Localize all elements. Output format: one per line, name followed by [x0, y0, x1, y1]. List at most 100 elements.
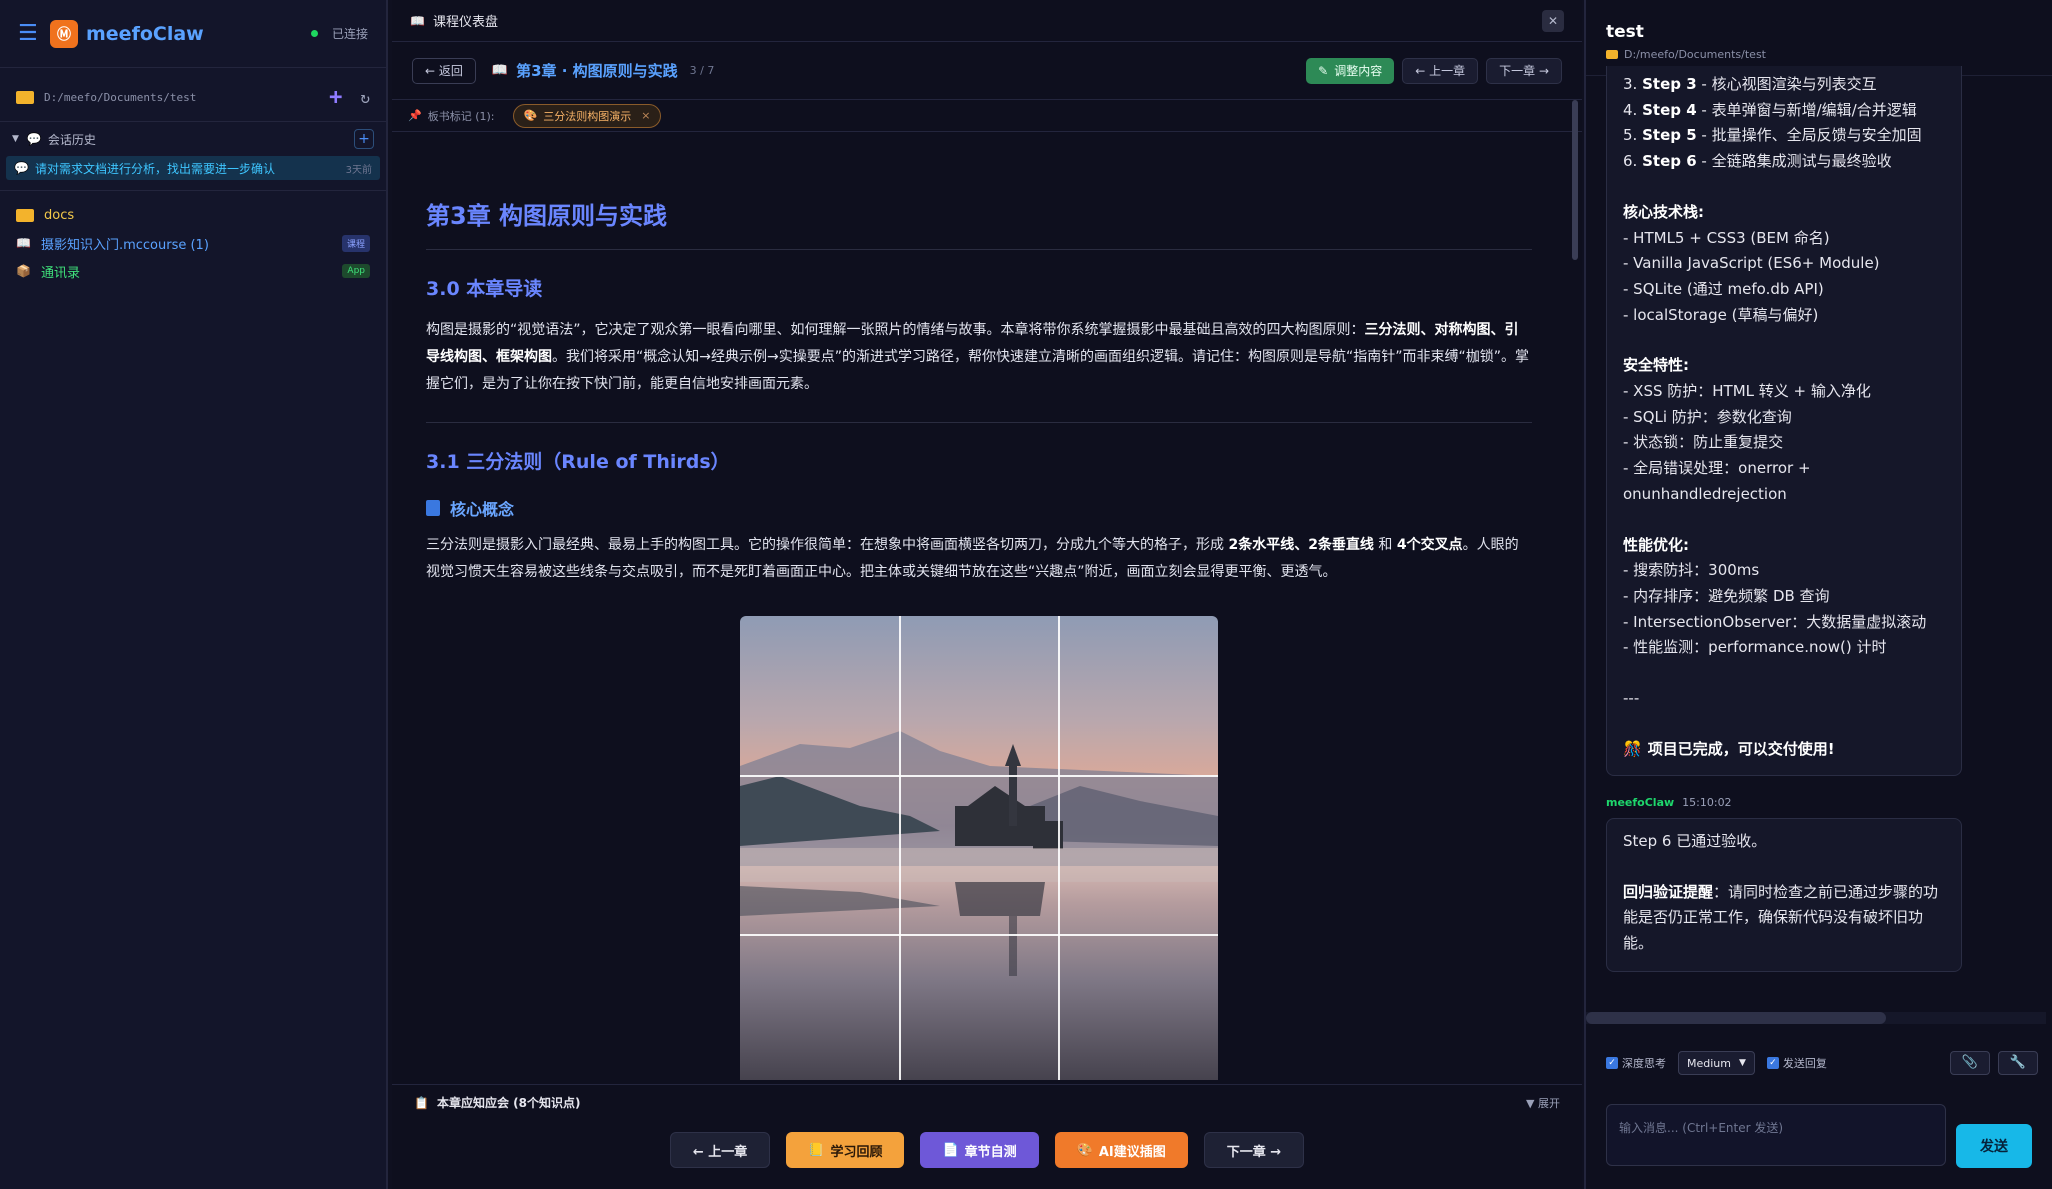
file-label: docs [44, 207, 75, 223]
file-label: 通讯录 [40, 265, 80, 281]
knowledge-points-label: 本章应知应会 (8个知识点) [436, 1096, 581, 1110]
file-item-contacts[interactable]: 📦 通讯录 App [0, 257, 386, 285]
tab-bar: 📖 课程仪表盘 ✕ [392, 0, 1582, 42]
chapter-heading: 第3章 构图原则与实践 [426, 196, 1532, 250]
send-reply-label: 发送回复 [1782, 1057, 1827, 1070]
chapter-quiz-button[interactable]: 📄 章节自测 [920, 1132, 1039, 1168]
tech-title: 核心技术栈: [1623, 202, 1704, 221]
folder-icon [1606, 50, 1618, 59]
deep-think-checkbox[interactable]: ✓ [1606, 1057, 1618, 1069]
book-icon [426, 500, 440, 516]
pin-icon: 📌 [408, 109, 422, 122]
study-review-button[interactable]: 📒 学习回顾 [786, 1132, 905, 1168]
file-item-course[interactable]: 📖 摄影知识入门.mccourse (1) 课程 [0, 229, 386, 257]
deep-think-label: 深度思考 [1622, 1057, 1666, 1070]
close-tab-button[interactable]: ✕ [1542, 9, 1564, 32]
file-label: 摄影知识入门.mccourse (1) [40, 237, 209, 253]
clipboard-icon: 📋 [414, 1095, 429, 1110]
celebrate-icon: 🎊 [1623, 739, 1642, 758]
history-item-time: 3天前 [345, 164, 372, 176]
book-icon: 📖 [16, 236, 31, 250]
history-header[interactable]: ▼ 💬 会话历史 + [0, 122, 386, 156]
security-title: 安全特性: [1623, 356, 1689, 375]
chapter-title: 第3章 · 构图原则与实践 [516, 62, 678, 80]
back-button[interactable]: ← 返回 [412, 57, 476, 84]
chat-bubble-icon: 💬 [14, 161, 29, 175]
expand-toggle[interactable]: ▼ 展开 [1526, 1095, 1560, 1111]
next-chapter-button[interactable]: 下一章 → [1486, 57, 1562, 84]
file-tag: App [342, 264, 370, 278]
palette-icon: 🎨 [523, 109, 538, 122]
collapse-icon[interactable]: ▼ [12, 134, 19, 144]
content-scrollbar[interactable] [1572, 100, 1578, 260]
step-line: 5. Step 5 - 批量操作、全局反馈与安全加固 [1623, 126, 1922, 145]
connection-status: 已连接 [310, 25, 368, 42]
package-icon: 📦 [16, 264, 31, 278]
step-line: 3. Step 3 - 核心视图渲染与列表交互 [1623, 75, 1877, 93]
chat-panel: test D:/meefo/Documents/test 3. Step 3 -… [1584, 0, 2052, 1189]
send-reply-checkbox[interactable]: ✓ [1766, 1057, 1779, 1069]
level-select[interactable]: Medium ▼ [1678, 1051, 1755, 1075]
attach-icon[interactable]: 📎 [1950, 1051, 1990, 1075]
bottom-prev-chapter-button[interactable]: ← 上一章 [669, 1132, 771, 1168]
add-history-button[interactable]: + [354, 129, 374, 149]
file-item-docs[interactable]: docs [0, 201, 386, 229]
done-text: 项目已完成，可以交付使用! [1647, 739, 1835, 758]
core-concept-heading: 核心概念 [426, 496, 1532, 520]
remove-mark-icon[interactable]: × [641, 109, 650, 122]
prev-chapter-button[interactable]: ← 上一章 [1402, 57, 1479, 84]
chapter-content: 第3章 构图原则与实践 3.0 本章导读 构图是摄影的“视觉语法”，它决定了观众… [392, 134, 1566, 1080]
chat-header: test D:/meefo/Documents/test [1586, 0, 2052, 76]
step-line: 4. Step 4 - 表单弹窗与新增/编辑/合并逻辑 [1623, 100, 1917, 119]
mark-chip-label: 三分法则构图演示 [543, 109, 632, 123]
section-heading-3-0: 3.0 本章导读 [426, 278, 543, 300]
rule-of-thirds-photo [740, 616, 1218, 1080]
assistant-message-1: 3. Step 3 - 核心视图渲染与列表交互 4. Step 4 - 表单弹窗… [1606, 66, 1962, 776]
history-item-label: 请对需求文档进行分析，找出需要进一步确认 [34, 161, 275, 176]
history-title: 会话历史 [47, 132, 96, 147]
main-panel: 📖 课程仪表盘 ✕ ← 返回 📖 第3章 · 构图原则与实践 3 / 7 ✎ 调整… [392, 0, 1582, 1189]
refresh-icon[interactable]: ↻ [360, 88, 370, 107]
folder-icon [16, 208, 34, 222]
section-intro-paragraph: 构图是摄影的“视觉语法”，它决定了观众第一眼看向哪里、如何理解一张照片的情绪与故… [426, 322, 1529, 392]
chapter-toolbar: ← 返回 📖 第3章 · 构图原则与实践 3 / 7 ✎ 调整内容 ← 上一章 下… [392, 42, 1582, 100]
lake-island-illustration [740, 731, 1218, 976]
ai-illustration-button[interactable]: 🎨 AI建议插图 [1054, 1132, 1188, 1168]
chat-bubble-icon: 💬 [26, 132, 42, 146]
chapter-progress: 3 / 7 [689, 64, 715, 77]
tab-title[interactable]: 课程仪表盘 [433, 11, 498, 30]
message-input[interactable]: 输入消息... (Ctrl+Enter 发送) [1606, 1104, 1946, 1166]
bottom-action-bar: ← 上一章 📒 学习回顾 📄 章节自测 🎨 AI建议插图 下一章 → [392, 1120, 1582, 1180]
folder-icon [16, 91, 34, 104]
adjust-label: 调整内容 [1334, 64, 1383, 78]
adjust-content-button[interactable]: ✎ 调整内容 [1306, 57, 1395, 84]
section-heading-3-1: 3.1 三分法则（Rule of Thirds） [426, 451, 730, 473]
send-button[interactable]: 发送 [1956, 1124, 2032, 1168]
app-logo: Ⓜ [50, 19, 78, 48]
workspace-path-row: D:/meefo/Documents/test + ↻ [0, 74, 386, 122]
sidebar-header: ☰ Ⓜ meefoClaw 已连接 [0, 0, 386, 68]
chevron-down-icon: ▼ [1738, 1058, 1746, 1068]
mark-chip[interactable]: 🎨 三分法则构图演示 × [512, 103, 662, 128]
book-icon: 📖 [491, 63, 509, 78]
knowledge-points-bar[interactable]: 📋 本章应知应会 (8个知识点) ▼ 展开 [392, 1084, 1582, 1120]
menu-icon[interactable]: ☰ [18, 21, 50, 46]
bottom-next-chapter-button[interactable]: 下一章 → [1203, 1132, 1305, 1168]
book-icon: 📖 [410, 13, 425, 28]
chat-title: test [1606, 22, 1644, 42]
palette-icon: 🎨 [1076, 1142, 1093, 1158]
status-text: 已连接 [331, 27, 368, 41]
wrench-icon[interactable]: 🔧 [1998, 1051, 2038, 1075]
marks-bar: 📌 板书标记 (1): 🎨 三分法则构图演示 × [392, 100, 1582, 132]
chat-path: D:/meefo/Documents/test [1606, 48, 2032, 61]
status-dot-icon [310, 30, 318, 37]
history-item[interactable]: 💬 请对需求文档进行分析，找出需要进一步确认 3天前 [6, 156, 380, 180]
document-icon: 📄 [942, 1142, 959, 1158]
perf-title: 性能优化: [1623, 535, 1689, 554]
chat-horizontal-scrollbar[interactable] [1586, 1012, 2046, 1024]
marks-label: 板书标记 (1): [427, 109, 495, 123]
workspace-path: D:/meefo/Documents/test [44, 91, 197, 104]
new-chat-button[interactable]: + [329, 85, 342, 110]
left-sidebar: ☰ Ⓜ meefoClaw 已连接 D:/meefo/Documents/tes… [0, 0, 388, 1189]
brand-name: meefoClaw [86, 22, 204, 45]
